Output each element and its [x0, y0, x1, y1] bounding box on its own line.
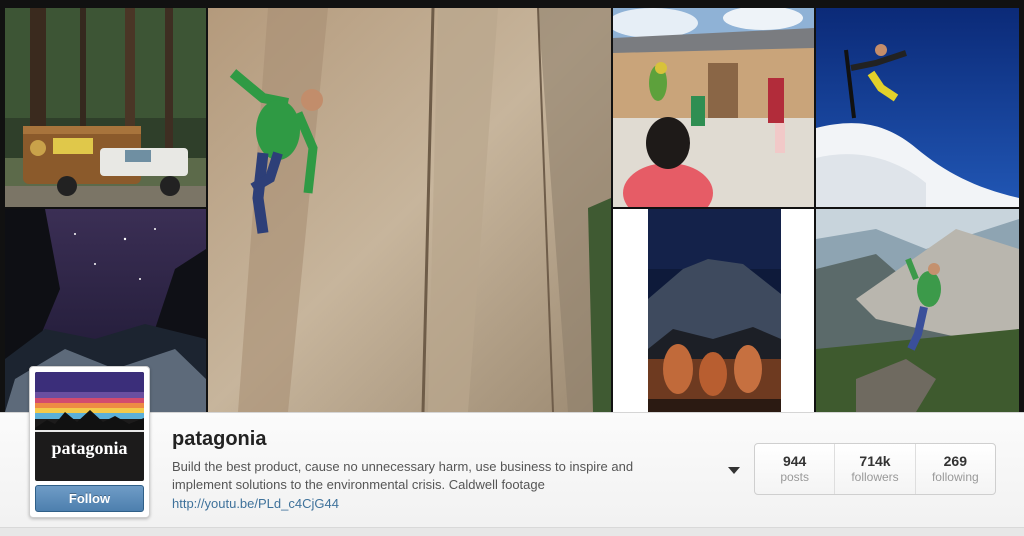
stat-label: following — [931, 470, 979, 484]
profile-username: patagonia — [172, 428, 267, 450]
photo-snowboarder[interactable] — [816, 8, 1019, 207]
stat-value: 714k — [859, 453, 891, 469]
photo-boulderer[interactable] — [816, 209, 1019, 412]
follow-button[interactable]: Follow — [35, 485, 144, 512]
stat-label: posts — [780, 470, 809, 484]
stat-value: 269 — [943, 453, 967, 469]
photo-climber-large[interactable] — [208, 8, 611, 412]
bio-line: Build the best product, cause no unneces… — [172, 459, 634, 474]
avatar-wordmark: patagonia — [51, 438, 127, 458]
avatar-card: patagonia Follow — [29, 366, 150, 518]
profile-stats: 944 posts 714k followers 269 following — [754, 443, 996, 495]
profile-website-link[interactable]: http://youtu.be/PLd_c4CjG44 — [172, 496, 339, 511]
stat-posts[interactable]: 944 posts — [755, 444, 834, 494]
stat-label: followers — [851, 470, 899, 484]
photo-el-capitan[interactable] — [613, 209, 814, 412]
avatar[interactable]: patagonia — [35, 372, 144, 481]
profile-bio: Build the best product, cause no unneces… — [172, 458, 692, 494]
photo-mosaic — [0, 0, 1024, 412]
caret-down-icon[interactable] — [724, 462, 744, 478]
photo-camper-truck[interactable] — [5, 8, 206, 207]
photo-village-parrot[interactable] — [613, 8, 814, 207]
bio-line: implement solutions to the environmental… — [172, 477, 545, 492]
stat-following[interactable]: 269 following — [914, 444, 995, 494]
stat-followers[interactable]: 714k followers — [834, 444, 914, 494]
stat-value: 944 — [782, 453, 807, 469]
